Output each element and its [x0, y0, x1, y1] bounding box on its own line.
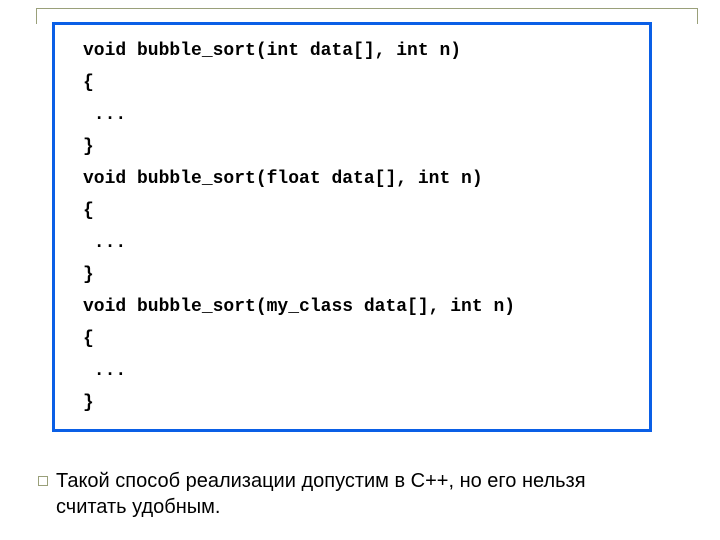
code-line: } [55, 387, 649, 419]
header-rule-notch-right [697, 8, 698, 24]
code-line: { [55, 195, 649, 227]
code-line: } [55, 131, 649, 163]
code-line: { [55, 67, 649, 99]
header-rule [36, 0, 698, 18]
header-rule-notch-left [36, 8, 37, 24]
code-line: ... [55, 227, 649, 259]
caption-text: Такой способ реализации допустим в C++, … [56, 468, 660, 520]
code-line: void bubble_sort(float data[], int n) [55, 163, 649, 195]
bullet-icon [38, 476, 48, 486]
code-line: void bubble_sort(my_class data[], int n) [55, 291, 649, 323]
code-line: ... [55, 99, 649, 131]
code-line: } [55, 259, 649, 291]
code-line: { [55, 323, 649, 355]
header-rule-line [36, 8, 698, 9]
code-line: void bubble_sort(int data[], int n) [55, 35, 649, 67]
code-line: ... [55, 355, 649, 387]
code-block: void bubble_sort(int data[], int n) { ..… [52, 22, 652, 432]
